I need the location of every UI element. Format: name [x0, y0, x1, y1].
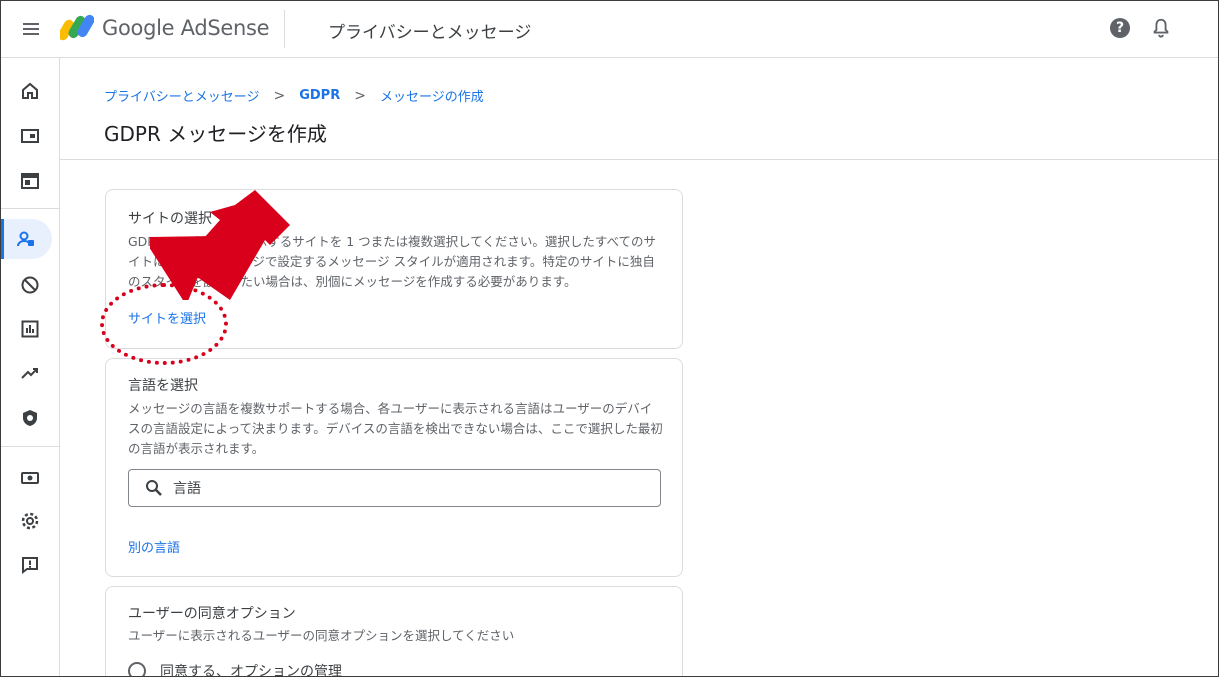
consent-options-title: ユーザーの同意オプション	[128, 606, 296, 622]
consent-option-radio-row[interactable]: 同意する、オプションの管理	[128, 661, 342, 677]
help-icon[interactable]: ?	[1110, 18, 1130, 38]
home-icon	[22, 82, 38, 99]
consent-options-description: ユーザーに表示されるユーザーの同意オプションを選択してください	[128, 628, 515, 643]
notifications-bell-icon[interactable]	[1150, 17, 1172, 39]
payments-icon	[21, 472, 39, 484]
settings-icon	[21, 512, 39, 530]
sidebar-item-optimization[interactable]	[0, 353, 60, 393]
language-selection-title: 言語を選択	[128, 378, 198, 394]
policy-center-icon	[23, 410, 37, 426]
consent-option-label: 同意する、オプションの管理	[160, 664, 342, 677]
sidebar-divider	[0, 208, 59, 209]
header-divider	[60, 159, 1219, 160]
reports-icon	[21, 320, 39, 338]
sidebar-item-payments[interactable]	[0, 458, 60, 498]
sites-icon	[21, 173, 39, 189]
feedback-icon	[22, 557, 38, 574]
sidebar-item-privacy-messaging[interactable]	[0, 219, 52, 259]
language-selection-description: メッセージの言語を複数サポートする場合、各ユーザーに表示される言語はユーザーのデ…	[128, 401, 663, 456]
top-app-bar: Google AdSense プライバシーとメッセージ ?	[0, 0, 1219, 58]
sidebar-item-sites[interactable]	[0, 161, 60, 201]
sidebar-item-home[interactable]	[0, 71, 60, 111]
ads-icon	[21, 129, 39, 143]
privacy-messaging-icon	[17, 231, 34, 247]
blocking-controls-icon	[21, 276, 39, 294]
language-search-field	[128, 469, 661, 507]
optimization-icon	[21, 368, 38, 379]
sidebar-nav	[0, 58, 60, 677]
add-language-link[interactable]: 別の言語	[128, 537, 180, 556]
sidebar-item-feedback[interactable]	[0, 545, 60, 585]
breadcrumb: プライバシーとメッセージ > GDPR > メッセージの作成	[104, 86, 484, 106]
breadcrumb-create-message[interactable]: メッセージの作成	[380, 86, 484, 105]
sidebar-item-ads[interactable]	[0, 116, 60, 156]
language-selection-card: 言語を選択 メッセージの言語を複数サポートする場合、各ユーザーに表示される言語は…	[105, 358, 683, 577]
sidebar-item-blocking-controls[interactable]	[0, 265, 60, 305]
radio-button[interactable]	[128, 662, 146, 677]
adsense-logo-icon	[60, 14, 94, 41]
brand-name: Google AdSense	[102, 16, 270, 40]
breadcrumb-separator-icon: >	[273, 87, 286, 104]
consent-options-card: ユーザーの同意オプション ユーザーに表示されるユーザーの同意オプションを選択して…	[105, 586, 683, 677]
breadcrumb-separator-icon: >	[354, 87, 366, 104]
sidebar-item-settings[interactable]	[0, 501, 60, 541]
topbar-divider	[284, 10, 285, 48]
annotation-dotted-circle	[100, 283, 228, 365]
sidebar-item-policy-center[interactable]	[0, 398, 60, 438]
section-title: プライバシーとメッセージ	[328, 23, 532, 43]
sidebar-divider	[0, 446, 59, 447]
main-menu-icon[interactable]	[20, 18, 42, 40]
sidebar-item-reports[interactable]	[0, 309, 60, 349]
language-search-input[interactable]	[173, 478, 643, 500]
breadcrumb-gdpr[interactable]: GDPR	[299, 88, 340, 103]
search-icon	[146, 480, 162, 496]
page-title: GDPR メッセージを作成	[104, 122, 327, 146]
breadcrumb-privacy-messaging[interactable]: プライバシーとメッセージ	[104, 86, 259, 105]
